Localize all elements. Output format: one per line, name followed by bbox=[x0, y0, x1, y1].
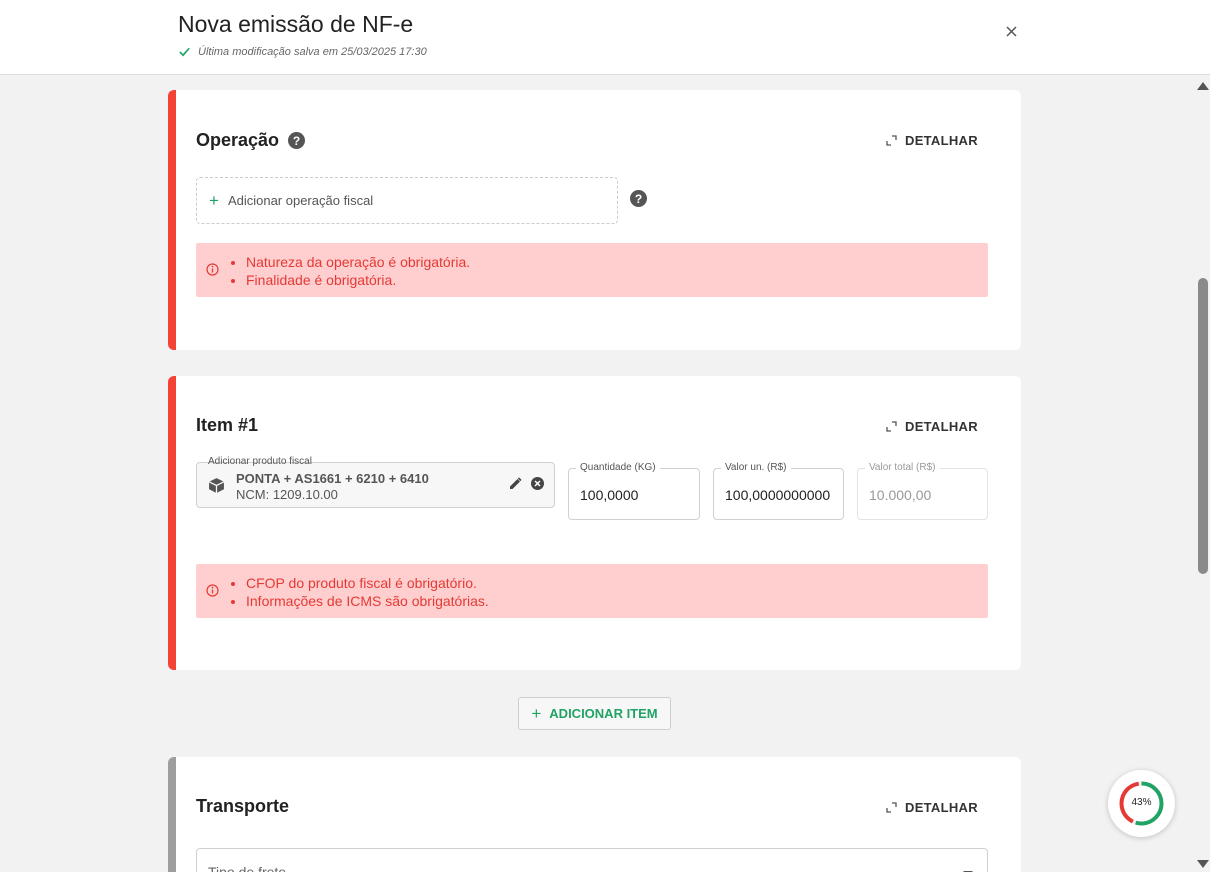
item-card: Item #1 DETALHAR Adicionar produto fisca… bbox=[168, 376, 1021, 670]
valor-un-label: Valor un. (R$) bbox=[721, 462, 791, 473]
info-icon bbox=[206, 584, 219, 597]
transporte-title: Transporte bbox=[196, 796, 290, 816]
scrollbar-thumb[interactable] bbox=[1198, 278, 1208, 574]
remove-icon[interactable] bbox=[531, 477, 544, 490]
product-field[interactable]: Adicionar produto fiscal PONTA + AS1661 … bbox=[196, 456, 555, 508]
product-name: PONTA + AS1661 + 6210 + 6410 bbox=[236, 471, 429, 486]
product-field-label: Adicionar produto fiscal bbox=[208, 456, 312, 467]
error-item: CFOP do produto fiscal é obrigatório. bbox=[246, 574, 489, 592]
close-button[interactable] bbox=[1001, 21, 1021, 41]
transporte-detail-button[interactable]: DETALHAR bbox=[886, 800, 978, 815]
error-item: Finalidade é obrigatória. bbox=[246, 271, 470, 289]
add-operacao-label: Adicionar operação fiscal bbox=[227, 193, 374, 208]
item-detail-button[interactable]: DETALHAR bbox=[886, 419, 978, 434]
error-item: Informações de ICMS são obrigatórias. bbox=[246, 592, 489, 610]
operacao-detail-button[interactable]: DETALHAR bbox=[886, 133, 978, 148]
expand-icon bbox=[886, 135, 897, 146]
operacao-error-box: Natureza da operação é obrigatória. Fina… bbox=[196, 243, 988, 297]
plus-icon: + bbox=[531, 703, 542, 723]
scroll-up-arrow-icon[interactable] bbox=[1197, 82, 1209, 90]
plus-icon: + bbox=[209, 190, 219, 210]
operacao-title: Operação bbox=[196, 130, 280, 150]
valor-un-field[interactable]: Valor un. (R$) 100,0000000000 bbox=[713, 462, 844, 520]
tipo-frete-select[interactable]: Tipo de frete bbox=[196, 848, 988, 872]
help-icon[interactable]: ? bbox=[288, 132, 306, 149]
item-error-box: CFOP do produto fiscal é obrigatório. In… bbox=[196, 564, 988, 618]
expand-icon bbox=[886, 421, 897, 432]
progress-widget[interactable]: 43% bbox=[1108, 770, 1175, 837]
detail-label: DETALHAR bbox=[905, 800, 978, 815]
info-icon bbox=[206, 263, 219, 276]
product-ncm: NCM: 1209.10.00 bbox=[236, 487, 338, 502]
quantidade-value: 100,0000 bbox=[580, 487, 639, 503]
help-icon[interactable]: ? bbox=[630, 190, 647, 207]
error-item: Natureza da operação é obrigatória. bbox=[246, 253, 470, 271]
transporte-card: Transporte DETALHAR Tipo de frete bbox=[168, 757, 1021, 872]
scroll-down-arrow-icon[interactable] bbox=[1197, 860, 1209, 868]
error-list: CFOP do produto fiscal é obrigatório. In… bbox=[246, 574, 489, 610]
expand-icon bbox=[886, 802, 897, 813]
check-icon bbox=[179, 47, 190, 57]
quantidade-label: Quantidade (KG) bbox=[576, 462, 660, 473]
edit-icon[interactable] bbox=[509, 477, 522, 490]
quantidade-field[interactable]: Quantidade (KG) 100,0000 bbox=[568, 462, 700, 520]
detail-label: DETALHAR bbox=[905, 133, 978, 148]
valor-un-value: 100,0000000000 bbox=[725, 487, 831, 503]
save-status: Última modificação salva em 25/03/2025 1… bbox=[178, 45, 427, 58]
add-item-label: ADICIONAR ITEM bbox=[549, 706, 658, 721]
page-title: Nova emissão de NF-e bbox=[178, 11, 414, 37]
operacao-title-row: Operação ? bbox=[196, 130, 306, 151]
detail-label: DETALHAR bbox=[905, 419, 978, 434]
operacao-card: Operação ? DETALHAR + Adicionar operação… bbox=[168, 90, 1021, 350]
progress-label: 43% bbox=[1131, 797, 1152, 808]
item-title: Item #1 bbox=[196, 415, 259, 435]
valor-total-value: 10.000,00 bbox=[869, 487, 932, 503]
box-icon bbox=[208, 478, 225, 493]
valor-total-label: Valor total (R$) bbox=[865, 462, 940, 473]
valor-total-field: Valor total (R$) 10.000,00 bbox=[857, 462, 988, 520]
error-list: Natureza da operação é obrigatória. Fina… bbox=[246, 253, 470, 289]
add-item-button[interactable]: + ADICIONAR ITEM bbox=[518, 697, 671, 730]
add-operacao-fiscal-button[interactable]: + Adicionar operação fiscal bbox=[196, 177, 618, 224]
tipo-frete-label: Tipo de frete bbox=[208, 864, 287, 872]
modal-header: Nova emissão de NF-e Última modificação … bbox=[0, 0, 1210, 75]
save-status-text: Última modificação salva em 25/03/2025 1… bbox=[198, 45, 427, 58]
close-icon bbox=[1005, 25, 1017, 37]
